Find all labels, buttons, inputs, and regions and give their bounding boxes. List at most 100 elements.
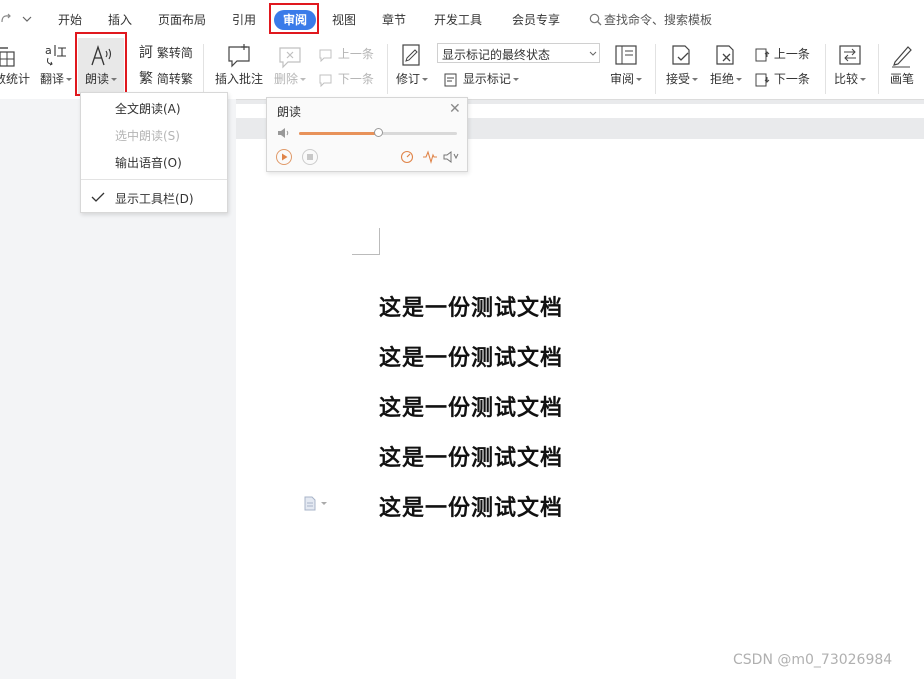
next-comment-icon xyxy=(319,74,332,87)
translate-icon: a xyxy=(45,44,66,66)
ribbon-separator xyxy=(878,44,879,94)
markup-state-value: 显示标记的最终状态 xyxy=(442,48,551,62)
ink-label: 画笔 xyxy=(889,72,914,86)
simp-to-trad-button[interactable]: 繁 简转繁 xyxy=(139,70,193,88)
tab-review-highlight-box xyxy=(269,3,319,34)
speed-icon[interactable] xyxy=(400,150,414,164)
play-icon xyxy=(282,153,288,161)
reject-icon xyxy=(716,45,734,65)
stop-icon xyxy=(307,154,313,160)
accept-label: 接受 xyxy=(662,72,702,86)
tab-section[interactable]: 章节 xyxy=(382,11,406,29)
tab-developer[interactable]: 开发工具 xyxy=(434,11,482,29)
chevron-down-icon xyxy=(589,51,597,56)
tab-page-layout[interactable]: 页面布局 xyxy=(158,11,206,29)
track-changes-icon xyxy=(402,44,420,66)
checkmark-icon xyxy=(91,192,105,202)
read-aloud-toolbar: 朗读 ✕ xyxy=(266,97,468,172)
next-change-button[interactable]: 下一条 xyxy=(754,70,810,88)
document-line[interactable]: 这是一份测试文档 xyxy=(379,290,563,322)
track-changes-label: 修订 xyxy=(392,72,432,86)
ribbon-separator xyxy=(203,44,204,94)
close-icon[interactable]: ✕ xyxy=(449,101,461,117)
trad-to-simp-button[interactable]: 訶 繁转简 xyxy=(139,44,193,62)
tab-home[interactable]: 开始 xyxy=(58,11,82,29)
prev-comment-button[interactable]: 上一条 xyxy=(318,45,374,63)
compare-icon xyxy=(839,45,861,65)
translate-label: 翻译 xyxy=(38,72,74,86)
delete-comment-icon xyxy=(279,47,301,69)
word-count-icon xyxy=(0,47,15,67)
prev-comment-icon xyxy=(319,49,332,62)
show-markup-label: 显示标记 xyxy=(462,72,511,86)
insert-comment-button[interactable]: 插入批注 xyxy=(212,38,266,98)
ribbon-separator xyxy=(655,44,656,94)
trad-to-simp-icon: 訶 xyxy=(139,45,153,61)
waveform-icon[interactable] xyxy=(422,150,438,164)
track-changes-button[interactable]: 修订 xyxy=(392,38,432,98)
accept-icon xyxy=(672,45,690,65)
play-button[interactable] xyxy=(276,149,292,165)
document-page[interactable] xyxy=(236,139,924,679)
tab-insert[interactable]: 插入 xyxy=(108,11,132,29)
next-comment-button[interactable]: 下一条 xyxy=(318,70,374,88)
prev-change-label: 上一条 xyxy=(773,47,810,61)
menu-divider xyxy=(81,179,227,180)
compare-button[interactable]: 比较 xyxy=(830,38,870,98)
trad-to-simp-label: 繁转简 xyxy=(156,46,193,60)
menu-item-export-audio[interactable]: 输出语音(O) xyxy=(115,154,182,171)
stop-button[interactable] xyxy=(302,149,318,165)
next-change-label: 下一条 xyxy=(773,72,810,86)
word-count-button[interactable]: 数统计 xyxy=(0,38,30,98)
ink-button[interactable]: 画笔 xyxy=(884,38,920,98)
insert-comment-label: 插入批注 xyxy=(214,72,263,86)
quick-access-dropdown-icon[interactable] xyxy=(22,15,32,23)
insert-comment-icon xyxy=(228,44,250,68)
read-aloud-menu: 全文朗读(A) 选中朗读(S) 输出语音(O) 显示工具栏(D) xyxy=(80,92,228,213)
simp-to-trad-icon: 繁 xyxy=(139,71,153,87)
voice-setting-icon[interactable] xyxy=(443,150,459,164)
compare-label: 比较 xyxy=(830,72,870,86)
review-pane-button[interactable]: 审阅 xyxy=(606,38,646,98)
show-markup-icon xyxy=(444,73,457,86)
read-aloud-highlight-box xyxy=(75,32,127,96)
simp-to-trad-label: 简转繁 xyxy=(156,72,193,86)
accept-button[interactable]: 接受 xyxy=(662,38,702,98)
menu-bar: 开始 插入 页面布局 引用 审阅 视图 章节 开发工具 会员专享 查找命令、搜索… xyxy=(0,0,924,38)
margin-corner-mark xyxy=(379,228,380,255)
volume-slider-handle[interactable] xyxy=(374,128,383,137)
volume-slider[interactable] xyxy=(299,128,457,137)
tab-view[interactable]: 视图 xyxy=(332,11,356,29)
menu-item-read-all[interactable]: 全文朗读(A) xyxy=(115,100,181,117)
review-pane-label: 审阅 xyxy=(606,72,646,86)
next-change-icon xyxy=(755,73,770,86)
translate-button[interactable]: a 翻译 xyxy=(38,38,74,98)
prev-change-button[interactable]: 上一条 xyxy=(754,45,810,63)
review-pane-icon xyxy=(615,45,637,65)
volume-icon xyxy=(278,128,289,138)
menu-item-read-selection[interactable]: 选中朗读(S) xyxy=(115,127,180,144)
command-search[interactable]: 查找命令、搜索模板 xyxy=(604,11,712,29)
prev-comment-label: 上一条 xyxy=(337,47,374,61)
document-line[interactable]: 这是一份测试文档 xyxy=(379,490,563,522)
review-ribbon: 数统计 a 翻译 朗读 訶 繁转简 繁 简转繁 插入批注 删除 上一条 下一条 … xyxy=(0,38,924,100)
tab-member[interactable]: 会员专享 xyxy=(512,11,560,29)
delete-comment-button[interactable]: 删除 xyxy=(270,38,310,98)
prev-change-icon xyxy=(755,48,770,61)
pen-icon xyxy=(892,46,912,68)
document-line[interactable]: 这是一份测试文档 xyxy=(379,440,563,472)
markup-state-select[interactable]: 显示标记的最终状态 xyxy=(437,43,600,63)
redo-icon[interactable] xyxy=(0,12,12,26)
show-markup-button[interactable]: 显示标记 xyxy=(443,70,519,88)
reject-button[interactable]: 拒绝 xyxy=(706,38,746,98)
search-icon[interactable] xyxy=(589,13,602,26)
document-line[interactable]: 这是一份测试文档 xyxy=(379,340,563,372)
menu-item-show-toolbar[interactable]: 显示工具栏(D) xyxy=(115,190,194,207)
ribbon-separator xyxy=(387,44,388,94)
margin-corner-mark xyxy=(352,254,380,255)
paragraph-doc-icon[interactable] xyxy=(303,496,329,512)
document-line[interactable]: 这是一份测试文档 xyxy=(379,390,563,422)
svg-text:a: a xyxy=(45,44,52,57)
volume-slider-fill xyxy=(299,132,378,135)
tab-references[interactable]: 引用 xyxy=(232,11,256,29)
